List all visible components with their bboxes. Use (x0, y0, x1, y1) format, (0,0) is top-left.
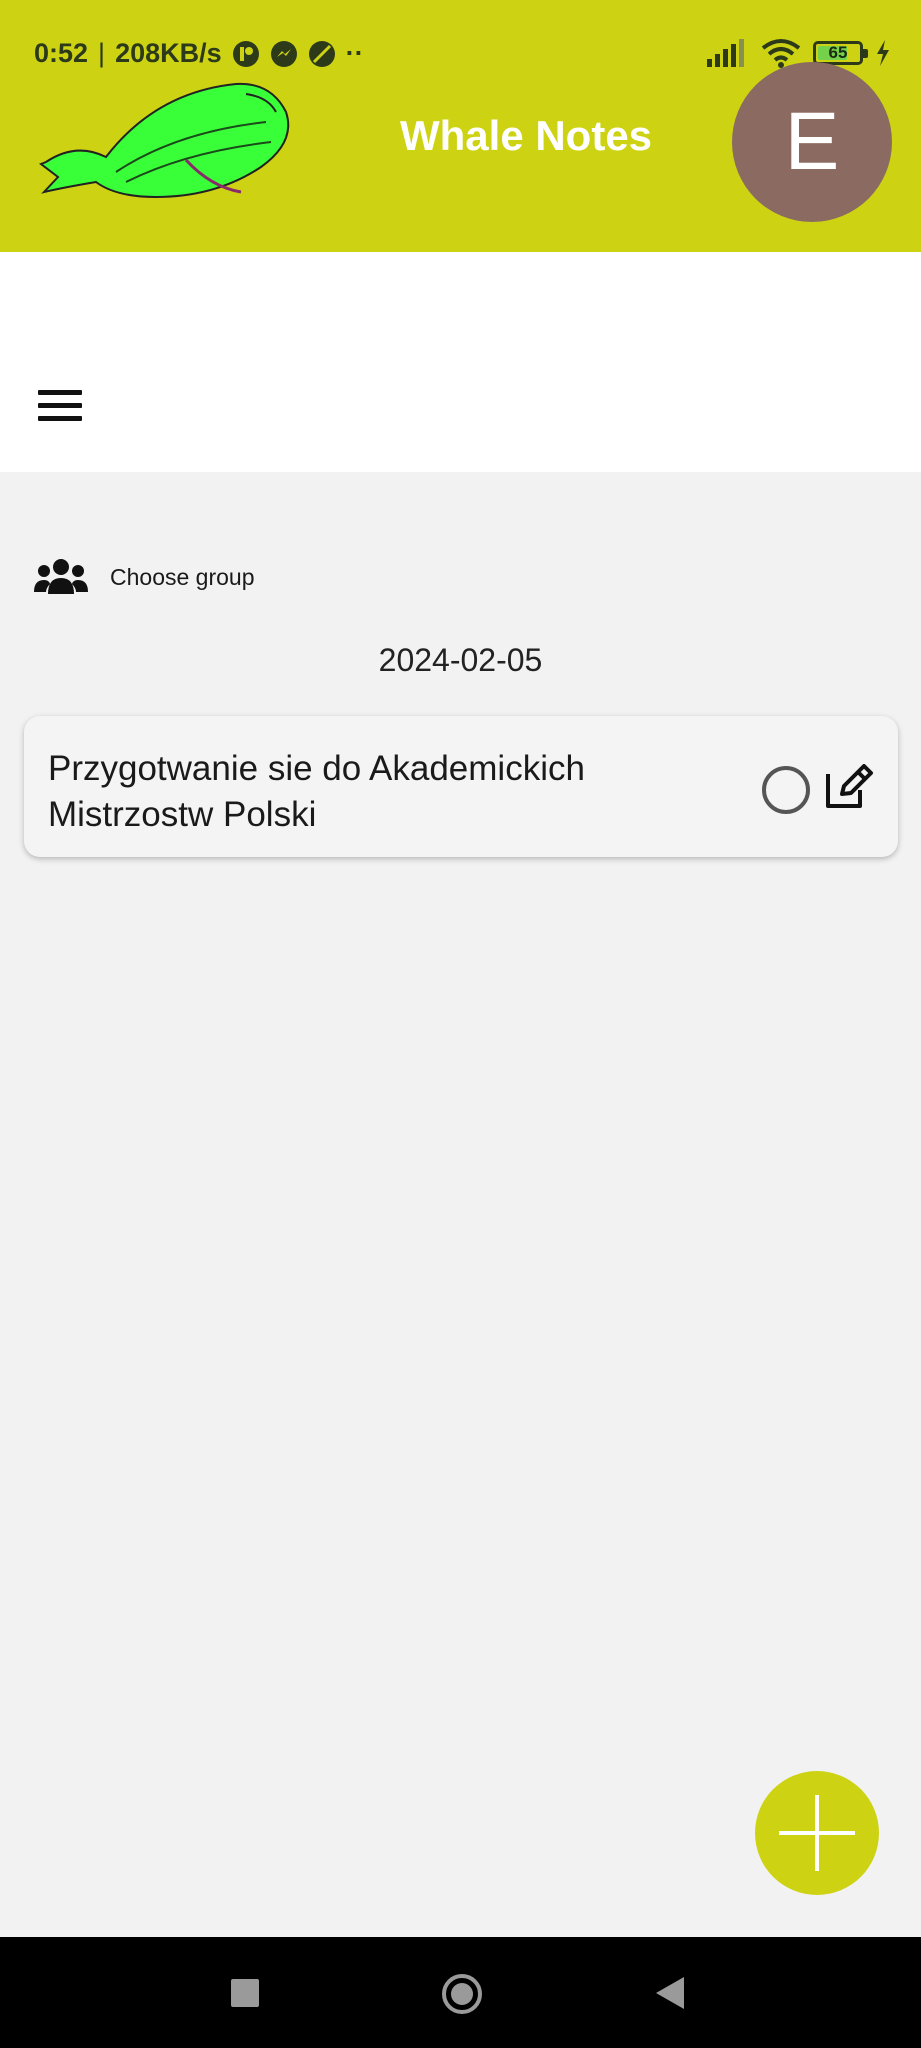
hamburger-menu-icon[interactable] (38, 390, 82, 426)
note-card[interactable]: Przygotwanie sie do Akademickich Mistrzo… (24, 716, 898, 857)
choose-group-button[interactable]: Choose group (34, 558, 255, 596)
status-speed: 208KB/s (115, 38, 222, 68)
complete-checkbox[interactable] (762, 766, 810, 814)
date-heading: 2024-02-05 (378, 642, 543, 678)
status-left: 0:52 | 208KB/s ·· (34, 38, 364, 69)
back-button[interactable] (656, 1977, 684, 2009)
add-note-button[interactable] (755, 1771, 879, 1895)
charging-icon (877, 40, 889, 66)
app-icon (232, 40, 259, 67)
system-navigation-bar (0, 1937, 921, 2048)
battery-level: 65 (828, 43, 848, 62)
app-header: 0:52 | 208KB/s ·· 65 Whale Notes E (0, 0, 921, 252)
edit-icon[interactable] (824, 764, 874, 810)
messenger-icon (270, 40, 297, 67)
battery-icon: 65 (813, 41, 868, 65)
user-avatar[interactable]: E (732, 62, 892, 222)
status-time: 0:52 (34, 38, 89, 68)
whale-logo (38, 82, 290, 199)
leaf-icon (308, 40, 335, 67)
status-separator: | (98, 38, 106, 68)
choose-group-label: Choose group (110, 563, 255, 590)
more-dots-icon: ·· (345, 38, 364, 68)
home-button[interactable] (442, 1974, 482, 2014)
users-group-icon (34, 559, 88, 594)
toolbar (0, 252, 921, 472)
signal-icon (707, 39, 744, 67)
app-title: Whale Notes (400, 112, 653, 159)
recents-button[interactable] (231, 1979, 259, 2007)
note-text: Przygotwanie sie do Akademickich Mistrzo… (48, 749, 585, 834)
